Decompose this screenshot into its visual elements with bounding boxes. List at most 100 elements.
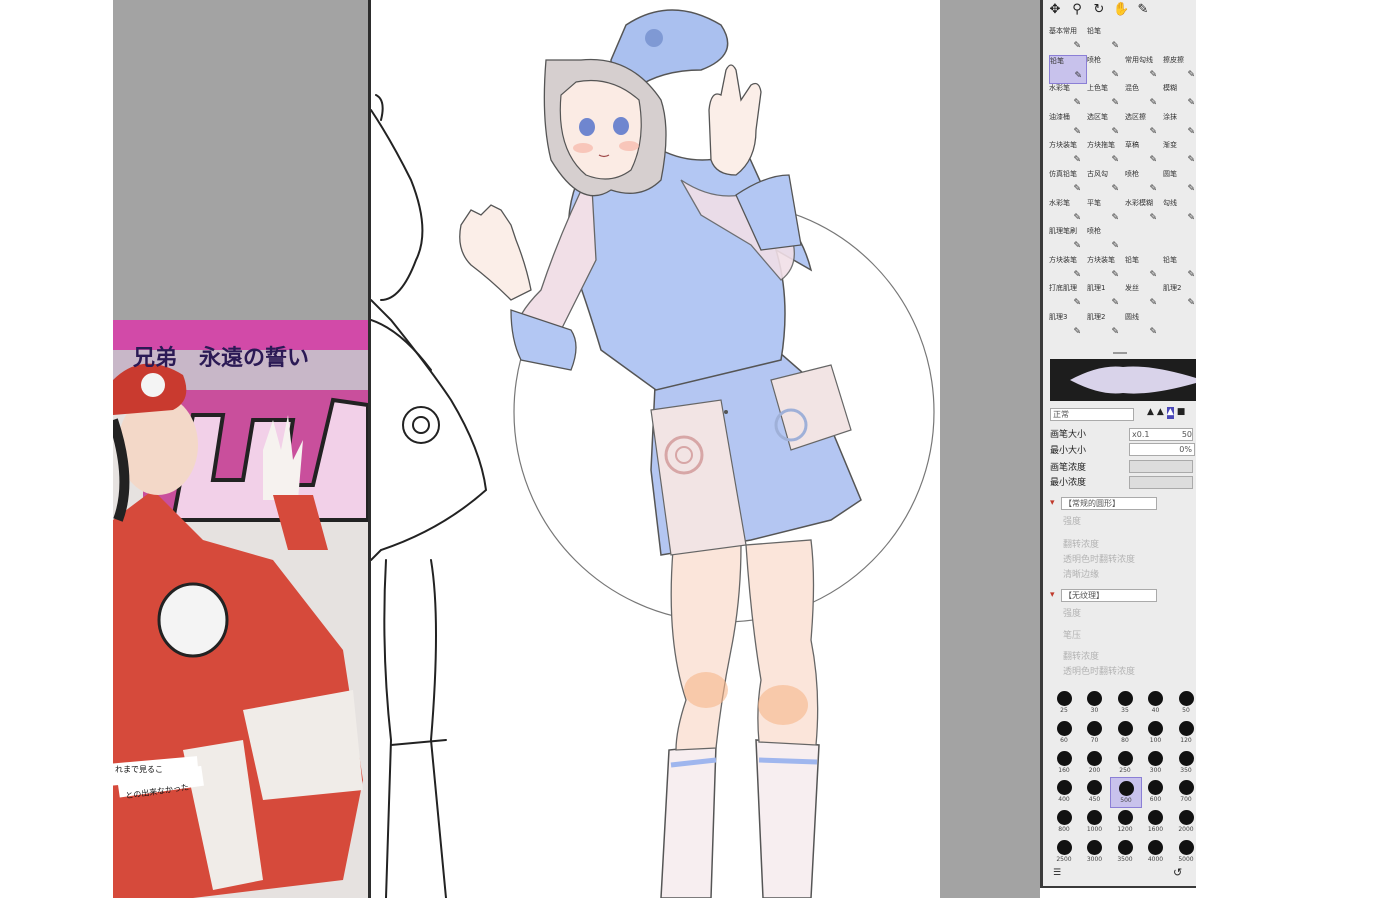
triangle-icon[interactable]: ▲ (1157, 407, 1164, 419)
brush-item[interactable]: 铅笔 ✎ (1049, 54, 1087, 84)
eyedropper-icon[interactable]: ✎ (1135, 2, 1151, 18)
brush-item[interactable]: 发丝 ✎ (1125, 283, 1161, 310)
size-preset[interactable]: 50 (1171, 688, 1196, 717)
size-preset[interactable]: 500 (1110, 777, 1142, 809)
brush-item[interactable]: 方块装笔 ✎ (1049, 140, 1085, 167)
blend-mode-select[interactable]: 正常 (1050, 408, 1134, 421)
hand-icon[interactable]: ✋ (1113, 2, 1129, 18)
brush-icon: ✎ (1149, 212, 1157, 223)
size-preset[interactable]: 800 (1049, 807, 1079, 836)
min-density-slider[interactable] (1129, 476, 1193, 489)
size-preset[interactable]: 1200 (1110, 807, 1140, 836)
size-preset[interactable]: 1600 (1141, 807, 1171, 836)
brush-density-slider[interactable] (1129, 460, 1193, 473)
size-preset[interactable]: 2000 (1171, 807, 1196, 836)
size-preset[interactable]: 100 (1141, 718, 1171, 747)
size-preset[interactable]: 70 (1080, 718, 1110, 747)
size-preset[interactable]: 250 (1110, 748, 1140, 777)
brush-item[interactable]: 选区擦 ✎ (1125, 112, 1161, 139)
brush-item[interactable]: 喷枪 ✎ (1087, 55, 1123, 82)
shape-option[interactable]: 翻转浓度 (1063, 537, 1099, 550)
brush-item[interactable]: 肌理笔刷 ✎ (1049, 226, 1085, 253)
brush-item[interactable]: 涂抹 ✎ (1163, 112, 1196, 139)
triangle-icon[interactable]: ▲ (1166, 407, 1174, 419)
size-preset[interactable]: 120 (1171, 718, 1196, 747)
drawing-canvas[interactable] (371, 0, 940, 898)
size-preset[interactable]: 5000 (1171, 837, 1196, 866)
brush-item[interactable]: 圆笔 ✎ (1163, 169, 1196, 196)
brush-item[interactable]: 仿真铅笔 ✎ (1049, 169, 1085, 196)
brush-item[interactable]: 圆线 ✎ (1125, 312, 1161, 339)
brush-tab[interactable]: 基本常用 ✎ (1049, 26, 1085, 53)
size-preset[interactable]: 1000 (1080, 807, 1110, 836)
brush-item[interactable]: 油漆桶 ✎ (1049, 112, 1085, 139)
shape-option[interactable]: 清晰边缘 (1063, 567, 1099, 580)
size-preset[interactable]: 60 (1049, 718, 1079, 747)
min-size-field[interactable]: 0% (1129, 443, 1195, 456)
size-preset[interactable]: 350 (1171, 748, 1196, 777)
brush-item[interactable]: 铅笔 ✎ (1163, 255, 1196, 282)
brush-item[interactable]: 古风勾 ✎ (1087, 169, 1123, 196)
rotate-icon[interactable]: ↻ (1091, 2, 1107, 18)
brush-item[interactable]: 草稿 ✎ (1125, 140, 1161, 167)
size-preset[interactable]: 3000 (1080, 837, 1110, 866)
size-preset[interactable]: 600 (1141, 777, 1171, 806)
reset-icon[interactable]: ↺ (1173, 866, 1182, 879)
size-preset[interactable]: 3500 (1110, 837, 1140, 866)
size-preset[interactable]: 30 (1080, 688, 1110, 717)
brush-item[interactable]: 平笔 ✎ (1087, 198, 1123, 225)
size-preset[interactable]: 35 (1110, 688, 1140, 717)
brush-item[interactable]: 擦皮擦 ✎ (1163, 55, 1196, 82)
brush-item[interactable]: 铅笔 ✎ (1125, 255, 1161, 282)
brush-item[interactable]: 方块装笔 ✎ (1087, 255, 1123, 282)
texture-select[interactable]: 【无纹理】 (1061, 589, 1157, 602)
brush-item[interactable]: 喷枪 ✎ (1087, 226, 1123, 253)
size-preset[interactable]: 450 (1080, 777, 1110, 806)
brush-item[interactable]: 肌理2 ✎ (1087, 312, 1123, 339)
panel-splitter[interactable] (1112, 352, 1127, 354)
brush-item[interactable]: 水彩模糊 ✎ (1125, 198, 1161, 225)
size-preset[interactable]: 700 (1171, 777, 1196, 806)
size-preset[interactable]: 25 (1049, 688, 1079, 717)
brush-item[interactable]: 肌理2 ✎ (1163, 283, 1196, 310)
texture-option[interactable]: 透明色时翻转浓度 (1063, 664, 1135, 677)
brush-item[interactable]: 勾线 ✎ (1163, 198, 1196, 225)
shape-option[interactable]: 透明色时翻转浓度 (1063, 552, 1135, 565)
size-preset[interactable]: 300 (1141, 748, 1171, 777)
brush-item[interactable]: 选区笔 ✎ (1087, 112, 1123, 139)
brush-size-field[interactable]: x0.1 50 (1129, 428, 1193, 441)
size-preset[interactable]: 400 (1049, 777, 1079, 806)
brush-item[interactable]: 水彩笔 ✎ (1049, 83, 1085, 110)
brush-item[interactable]: 常用勾线 ✎ (1125, 55, 1161, 82)
size-preset[interactable]: 200 (1080, 748, 1110, 777)
brush-icon: ✎ (1187, 269, 1195, 280)
brush-shape-buttons[interactable]: ▲ ▲ ▲ ■ (1147, 407, 1193, 419)
brush-item[interactable]: 方块装笔 ✎ (1049, 255, 1085, 282)
size-preset[interactable]: 80 (1110, 718, 1140, 747)
shape-select[interactable]: 【常规的圆形】 (1061, 497, 1157, 510)
chevron-down-icon[interactable]: ▾ (1050, 590, 1055, 600)
brush-item[interactable]: 混色 ✎ (1125, 83, 1161, 110)
square-icon[interactable]: ■ (1177, 407, 1186, 419)
brush-item[interactable]: 肌理1 ✎ (1087, 283, 1123, 310)
brush-item[interactable]: 方块拖笔 ✎ (1087, 140, 1123, 167)
brush-item[interactable]: 渐变 ✎ (1163, 140, 1196, 167)
chevron-down-icon[interactable]: ▾ (1050, 498, 1055, 508)
size-preset[interactable]: 160 (1049, 748, 1079, 777)
brush-item[interactable]: 水彩笔 ✎ (1049, 198, 1085, 225)
brush-item[interactable]: 喷枪 ✎ (1125, 169, 1161, 196)
triangle-icon[interactable]: ▲ (1147, 407, 1154, 419)
brush-tab[interactable]: 铅笔 ✎ (1087, 26, 1123, 53)
move-icon[interactable]: ✥ (1047, 2, 1063, 18)
brush-item[interactable]: 模糊 ✎ (1163, 83, 1196, 110)
brush-icon: ✎ (1111, 241, 1119, 252)
zoom-icon[interactable]: ⚲ (1069, 2, 1085, 18)
size-preset[interactable]: 2500 (1049, 837, 1079, 866)
size-preset[interactable]: 40 (1141, 688, 1171, 717)
texture-option[interactable]: 翻转浓度 (1063, 649, 1099, 662)
brush-item[interactable]: 上色笔 ✎ (1087, 83, 1123, 110)
list-icon[interactable]: ☰ (1053, 868, 1061, 878)
size-preset[interactable]: 4000 (1141, 837, 1171, 866)
brush-item[interactable]: 肌理3 ✎ (1049, 312, 1085, 339)
brush-item[interactable]: 打底肌理 ✎ (1049, 283, 1085, 310)
